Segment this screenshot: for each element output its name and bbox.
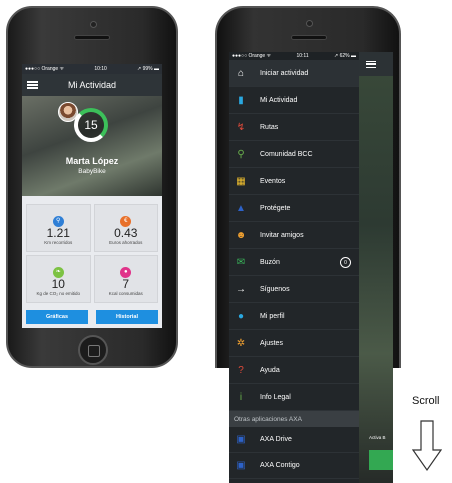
stat-value: 0.43 xyxy=(114,226,138,240)
menu-item-rutas[interactable]: ↯ Rutas xyxy=(229,114,359,141)
mail-icon: ✉ xyxy=(236,256,246,268)
user-subtitle: BabyBike xyxy=(78,168,106,175)
charts-button[interactable]: Gráficas xyxy=(26,310,88,324)
menu-item-label: Iniciar actividad xyxy=(260,69,309,77)
calendar-icon: ▦ xyxy=(236,175,246,187)
menu-item-mi-perfil[interactable]: ● Mi perfil xyxy=(229,303,359,330)
profile-hero: 15 Marta López BabyBike xyxy=(22,96,162,196)
menu-item-label: Protégete xyxy=(260,204,291,212)
menu-item-label: Info Legal xyxy=(260,393,291,401)
menu-item-prot-gete[interactable]: ▲ Protégete xyxy=(229,195,359,222)
stats-grid: ⚲ 1.21 Km recorridos € 0.43 Euros ahorra… xyxy=(26,204,158,303)
menu-item-buz-n[interactable]: ✉ Buzón 0 xyxy=(229,249,359,276)
menu-item-comunidad-bcc[interactable]: ⚲ Comunidad BCC xyxy=(229,141,359,168)
carrier-text: ●●●○○ Orange ᯤ xyxy=(25,66,65,72)
speaker-grille xyxy=(74,35,110,40)
route-icon: ↯ xyxy=(236,121,246,133)
page-title: Mi Actividad xyxy=(67,80,117,90)
menu-item-label: Comunidad BCC xyxy=(260,150,313,158)
menu-item-label: Ajustes xyxy=(260,339,283,347)
background-content: Activa B xyxy=(359,52,393,483)
stat-label: Euros ahorrados xyxy=(109,240,143,245)
bar-chart-icon: ▮ xyxy=(238,94,244,106)
menu-item-info-legal[interactable]: i Info Legal xyxy=(229,384,359,411)
background-nav-bar xyxy=(359,52,393,76)
camera-icon xyxy=(306,20,313,27)
menu-item-label: Rutas xyxy=(260,123,279,131)
stat-euros[interactable]: € 0.43 Euros ahorrados xyxy=(93,204,158,252)
battery-text: ↗ 99% ▬ xyxy=(137,66,159,72)
menu-list: ⌂ Iniciar actividad ▮ Mi Actividad ↯ Rutas ⚲ Co… xyxy=(229,60,359,411)
menu-item-eventos[interactable]: ▦ Eventos xyxy=(229,168,359,195)
axa-icon: ▲ xyxy=(236,202,246,214)
menu-item-label: Ayuda xyxy=(260,366,280,374)
axa-contigo-icon: ▣ xyxy=(236,460,246,471)
level-ring: 15 xyxy=(74,108,108,142)
other-apps-header: Otras aplicaciones AXA xyxy=(229,411,359,427)
stat-value: 7 xyxy=(122,277,130,291)
status-bar: ●●●○○ Orange ᯤ 10:11 ↗ 62% ▬ xyxy=(229,52,359,60)
menu-item-label: Buzón xyxy=(260,258,280,266)
nav-bar: Mi Actividad xyxy=(22,74,162,96)
menu-item-mi-actividad[interactable]: ▮ Mi Actividad xyxy=(229,87,359,114)
app-item-axa-drive[interactable]: ▣ AXA Drive xyxy=(229,427,359,453)
hamburger-menu-icon[interactable] xyxy=(27,81,38,89)
home-icon: ⌂ xyxy=(237,67,245,79)
status-bar: ●●●○○ Orange ᯤ 10:10 ↗ 99% ▬ xyxy=(22,64,162,74)
stat-label: Km recorridos xyxy=(44,240,73,245)
user-name: Marta López xyxy=(65,156,119,166)
battery-text: ↗ 62% ▬ xyxy=(334,53,356,59)
stat-label: Kg de CO₂ no emitido xyxy=(36,291,81,296)
stat-value: 1.21 xyxy=(46,226,70,240)
menu-item-iniciar-actividad[interactable]: ⌂ Iniciar actividad xyxy=(229,60,359,87)
people-icon: ☻ xyxy=(235,229,247,241)
hamburger-menu-icon[interactable] xyxy=(366,61,376,68)
menu-item-invitar-amigos[interactable]: ☻ Invitar amigos xyxy=(229,222,359,249)
app-item-label: AXA Drive xyxy=(260,436,292,443)
clock-text: 10:10 xyxy=(94,66,107,72)
bike-icon: ⚲ xyxy=(237,148,245,160)
menu-item-label: Eventos xyxy=(260,177,286,185)
menu-item-ajustes[interactable]: ✲ Ajustes xyxy=(229,330,359,357)
stat-kcal[interactable]: ● 7 Kcal consumidas xyxy=(93,255,158,303)
stat-km[interactable]: ⚲ 1.21 Km recorridos xyxy=(26,204,91,252)
stat-co2[interactable]: ❧ 10 Kg de CO₂ no emitido xyxy=(26,255,91,303)
app-item-label: AXA Contigo xyxy=(260,462,300,469)
action-buttons: Gráficas Historial xyxy=(26,310,158,324)
carrier-text: ●●●○○ Orange ᯤ xyxy=(232,53,272,59)
stat-label: Kcal consumidas xyxy=(108,291,143,296)
info-icon: i xyxy=(239,391,243,403)
arrow-icon: → xyxy=(236,283,246,295)
scroll-label: Scroll xyxy=(412,395,440,407)
stat-value: 10 xyxy=(51,277,65,291)
scroll-down-arrow-icon xyxy=(412,420,442,472)
menu-item-label: Síguenos xyxy=(260,285,290,293)
menu-item-label: Invitar amigos xyxy=(260,231,304,239)
speaker-grille xyxy=(291,35,327,40)
left-phone-screen: ●●●○○ Orange ᯤ 10:10 ↗ 99% ▬ Mi Activida… xyxy=(22,64,162,328)
axa-drive-icon: ▣ xyxy=(236,434,246,445)
other-apps-list: ▣ AXA Drive ▣ AXA Contigo xyxy=(229,427,359,479)
side-menu: ●●●○○ Orange ᯤ 10:11 ↗ 62% ▬ ⌂ Iniciar ac… xyxy=(229,52,359,483)
history-button[interactable]: Historial xyxy=(96,310,158,324)
background-text: Activa B xyxy=(369,435,386,440)
app-item-axa-contigo[interactable]: ▣ AXA Contigo xyxy=(229,453,359,479)
clock-text: 10:11 xyxy=(296,53,309,59)
menu-item-label: Mi Actividad xyxy=(260,96,298,104)
menu-item-ayuda[interactable]: ? Ayuda xyxy=(229,357,359,384)
home-button[interactable] xyxy=(78,335,108,365)
person-icon: ● xyxy=(237,310,245,322)
unread-count-badge: 0 xyxy=(340,257,351,268)
camera-icon xyxy=(90,21,97,28)
menu-item-label: Mi perfil xyxy=(260,312,285,320)
gear-icon: ✲ xyxy=(236,337,246,349)
background-green-button xyxy=(369,450,393,470)
question-icon: ? xyxy=(238,364,244,376)
menu-item-s-guenos[interactable]: → Síguenos xyxy=(229,276,359,303)
